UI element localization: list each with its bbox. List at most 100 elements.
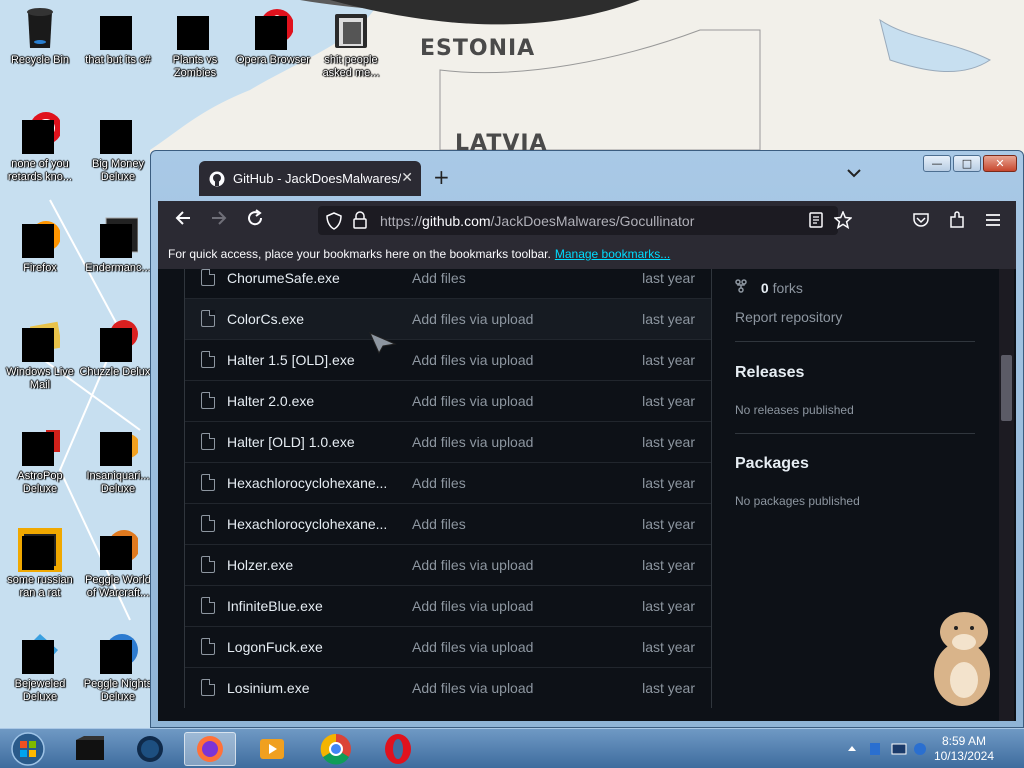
file-row[interactable]: Hexachlorocyclohexane... Add files last ye… (185, 462, 711, 503)
start-button[interactable] (2, 732, 54, 766)
desktop-icon-chuzzle-deluxe[interactable]: Chuzzle Deluxe (78, 312, 158, 404)
file-row[interactable]: Holzer.exe Add files via upload last year (185, 544, 711, 585)
pocket-icon[interactable] (912, 211, 930, 229)
commit-message[interactable]: Add files via upload (412, 393, 533, 409)
clock-time: 8:59 AM (941, 734, 986, 748)
back-button[interactable] (174, 209, 192, 232)
desktop-icon-opera-browser[interactable]: Opera Browser (233, 0, 313, 92)
desktop-icon-windows-live-mail[interactable]: Windows Live Mail (0, 312, 80, 404)
taskbar-item-media-player[interactable] (246, 732, 298, 766)
taskbar-item-terminal[interactable] (64, 732, 116, 766)
file-row[interactable]: InfiniteBlue.exe Add files via upload last… (185, 585, 711, 626)
desktop-icon-folder[interactable]: shit people asked me... (311, 0, 391, 92)
desktop-icon-label: Bejeweled Deluxe (14, 678, 66, 703)
opera-icon (253, 6, 294, 50)
desktop-icon-firefox[interactable]: Firefox (0, 208, 80, 300)
desktop-icon-label: AstroPop Deluxe (17, 470, 63, 495)
desktop-icon-label: Recycle Bin (10, 54, 70, 66)
shield-icon[interactable] (326, 212, 342, 230)
file-name[interactable]: LogonFuck.exe (227, 639, 323, 655)
releases-heading[interactable]: Releases (735, 364, 804, 382)
file-name[interactable]: Halter 2.0.exe (227, 393, 314, 409)
list-all-tabs-chevron-icon[interactable] (847, 166, 861, 182)
extensions-icon[interactable] (948, 211, 966, 229)
taskbar-item-globe[interactable] (124, 732, 176, 766)
file-name[interactable]: Halter [OLD] 1.0.exe (227, 434, 355, 450)
file-name[interactable]: Hexachlorocyclohexane... (227, 475, 387, 491)
commit-message[interactable]: Add files via upload (412, 311, 533, 327)
folder-icon (331, 6, 371, 48)
lock-icon[interactable] (352, 211, 368, 229)
desktop-icon-astropop-deluxe[interactable]: AstroPop Deluxe (0, 416, 80, 508)
file-row[interactable]: ColorCs.exe Add files via upload last year (185, 298, 711, 339)
bookmark-star-icon[interactable] (834, 211, 852, 229)
desktop-icon-recycle-bin[interactable]: Recycle Bin (0, 0, 80, 92)
packages-empty-text: No packages published (735, 494, 860, 508)
maximize-button[interactable]: □ (953, 155, 981, 172)
desktop-icon-bejeweled-deluxe[interactable]: Bejeweled Deluxe (0, 624, 80, 716)
taskbar-item-chrome[interactable] (310, 732, 362, 766)
taskbar-item-firefox[interactable] (184, 732, 236, 766)
file-row[interactable]: Hexachlorocyclohexane... Add files last ye… (185, 503, 711, 544)
plants-vs-zombies-icon (175, 6, 215, 50)
new-tab-button[interactable]: + (433, 165, 450, 189)
report-repository-link[interactable]: Report repository (735, 309, 842, 325)
commit-message[interactable]: Add files via upload (412, 557, 533, 573)
file-row[interactable]: LogonFuck.exe Add files via upload last ye… (185, 626, 711, 667)
desktop-icon-endermanch[interactable]: Endermanc... (78, 208, 158, 300)
hamburger-menu-icon[interactable] (984, 211, 1002, 229)
commit-message[interactable]: Add files via upload (412, 434, 533, 450)
file-row[interactable]: Losinium.exe Add files via upload last yea… (185, 667, 711, 708)
file-name[interactable]: Losinium.exe (227, 680, 310, 696)
close-button[interactable]: ✕ (983, 155, 1017, 172)
desktop-icon-plants-vs-zombies[interactable]: Plants vs Zombies (155, 0, 235, 92)
chuzzle-icon (98, 318, 138, 362)
commit-message[interactable]: Add files via upload (412, 598, 533, 614)
commit-message[interactable]: Add files (412, 516, 466, 532)
commit-message[interactable]: Add files via upload (412, 680, 533, 696)
close-icon: ✕ (995, 157, 1005, 170)
minimize-button[interactable]: — (923, 155, 951, 172)
taskbar-clock[interactable]: 8:59 AM 10/13/2024 (934, 734, 994, 764)
file-row[interactable]: Halter 2.0.exe Add files via upload last y… (185, 380, 711, 421)
file-name[interactable]: InfiniteBlue.exe (227, 598, 323, 614)
file-row[interactable]: Halter [OLD] 1.0.exe Add files via upload… (185, 421, 711, 462)
file-name[interactable]: ColorCs.exe (227, 311, 304, 327)
window-titlebar[interactable]: GitHub - JackDoesMalwares/Go ✕ + — □ ✕ (151, 151, 1023, 197)
commit-message[interactable]: Add files (412, 475, 466, 491)
reader-view-icon[interactable] (808, 212, 824, 228)
map-label-estonia: ESTONIA (420, 36, 536, 61)
commit-message[interactable]: Add files (412, 270, 466, 286)
packages-heading[interactable]: Packages (735, 455, 809, 473)
manage-bookmarks-link[interactable]: Manage bookmarks... (555, 247, 670, 261)
file-row[interactable]: Halter 1.5 [OLD].exe Add files via upload… (185, 339, 711, 380)
desktop-icon-label: Windows Live Mail (6, 366, 74, 391)
reload-button[interactable] (246, 209, 264, 232)
file-name[interactable]: ChorumeSafe.exe (227, 270, 340, 286)
file-name[interactable]: Halter 1.5 [OLD].exe (227, 352, 355, 368)
file-name[interactable]: Hexachlorocyclohexane... (227, 516, 387, 532)
taskbar-item-opera[interactable] (372, 732, 424, 766)
commit-message[interactable]: Add files via upload (412, 639, 533, 655)
divider (735, 433, 975, 434)
tab-close-icon[interactable]: ✕ (401, 170, 413, 186)
desktop-icon-peggle-nights[interactable]: Peggle Nights Deluxe (78, 624, 158, 716)
forks-link[interactable]: 0 forks (735, 279, 803, 296)
clock-date: 10/13/2024 (933, 749, 994, 763)
desktop-icon-that-but-its-csharp[interactable]: that but its c# (78, 0, 158, 92)
desktop-icon-none-of-you[interactable]: none of you retards kno... (0, 104, 80, 196)
commit-message[interactable]: Add files via upload (412, 352, 533, 368)
file-row[interactable]: ChorumeSafe.exe Add files last year (185, 269, 711, 298)
tab-github[interactable]: GitHub - JackDoesMalwares/Go ✕ (199, 161, 421, 196)
commit-date: last year (642, 680, 695, 696)
desktop-icon-peggle-wow[interactable]: Peggle World of Warcraft... (78, 520, 158, 612)
forward-button[interactable] (210, 209, 228, 232)
reload-icon (248, 209, 263, 226)
scrollbar-thumb[interactable] (1001, 355, 1012, 421)
url-bar[interactable]: https://github.com/JackDoesMalwares/Gocu… (318, 206, 838, 235)
desktop-icon-big-money-deluxe[interactable]: Big Money Deluxe (78, 104, 158, 196)
desktop-icon-insaniquarium-deluxe[interactable]: Insaniquari... Deluxe (78, 416, 158, 508)
file-name[interactable]: Holzer.exe (227, 557, 293, 573)
desktop-icon-some-russian-ran-a-rat[interactable]: some russian ran a rat (0, 520, 80, 612)
mail-icon (20, 318, 63, 362)
